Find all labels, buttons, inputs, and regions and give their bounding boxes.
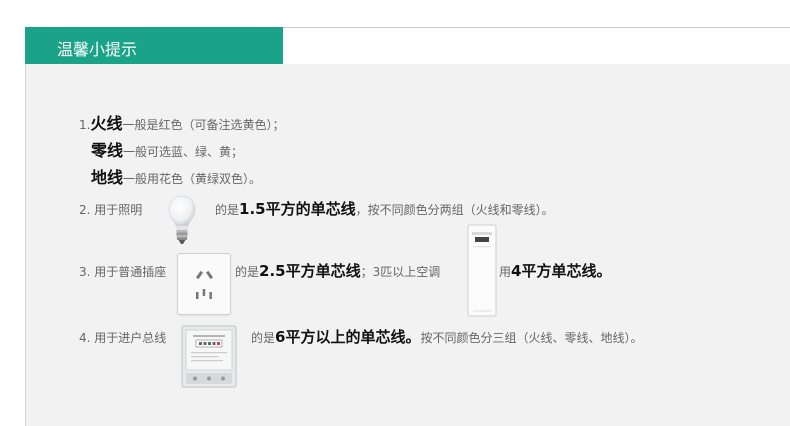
live-wire-desc: 一般是红色（可备注选黄色）；: [122, 118, 285, 132]
header-divider-line: [283, 27, 790, 28]
neutral-wire-desc: 一般可选蓝、绿、黄；: [123, 145, 244, 159]
main-line-desc: 按不同颜色分三组（火线、零线、地线）。: [420, 331, 643, 345]
tip-number: 1.: [79, 118, 91, 132]
tip-row-lighting: 的是1.5平方的单芯线，按不同颜色分两组（火线和零线）。: [215, 199, 554, 220]
wall-socket-icon: [177, 253, 231, 315]
tip-row-main-line: 的是6平方以上的单芯线。按不同颜色分三组（火线、零线、地线）。: [251, 327, 642, 348]
header-bar: 温馨小提示: [25, 27, 283, 64]
main-line-wire-spec: 6平方以上的单芯线。: [275, 328, 421, 346]
lighting-desc: ，按不同颜色分两组（火线和零线）。: [355, 203, 554, 217]
tip-row-socket: 的是2.5平方单芯线；3匹以上空调: [235, 261, 440, 282]
electric-meter-icon: [181, 325, 237, 388]
socket-prefix: 的是: [235, 265, 260, 279]
socket-label: 3. 用于普通插座: [79, 265, 167, 279]
tip-row-ground-wire: 地线一般用花色（黄绿双色）。: [91, 168, 261, 189]
tip-row-socket-label: 3. 用于普通插座: [79, 262, 166, 282]
tip-row-neutral-wire: 零线一般可选蓝、绿、黄；: [91, 141, 243, 162]
air-conditioner-icon: [467, 224, 497, 317]
lighting-label: 2. 用于照明: [79, 203, 143, 217]
ground-wire-desc: 一般用花色（黄绿双色）。: [123, 172, 262, 186]
ac-condition: ；3匹以上空调: [360, 265, 441, 279]
neutral-wire-term: 零线: [91, 141, 124, 160]
lighting-wire-spec: 1.5平方的单芯线: [239, 200, 356, 218]
ac-prefix: 用: [499, 265, 512, 279]
socket-wire-spec: 2.5平方单芯线: [259, 262, 361, 280]
ac-wire-spec: 4平方单芯线。: [511, 262, 612, 280]
tip-row-ac: 用4平方单芯线。: [499, 261, 611, 282]
ground-wire-term: 地线: [91, 168, 124, 187]
page-title: 温馨小提示: [57, 40, 138, 59]
tip-row-lighting-label: 2. 用于照明: [79, 200, 142, 220]
tip-row-live-wire: 1.火线一般是红色（可备注选黄色）；: [79, 114, 284, 135]
light-bulb-icon: [168, 195, 196, 244]
main-line-prefix: 的是: [251, 331, 276, 345]
live-wire-term: 火线: [90, 114, 123, 133]
main-line-label: 4. 用于进户总线: [79, 331, 167, 345]
lighting-prefix: 的是: [215, 203, 240, 217]
tip-row-main-line-label: 4. 用于进户总线: [79, 328, 166, 348]
